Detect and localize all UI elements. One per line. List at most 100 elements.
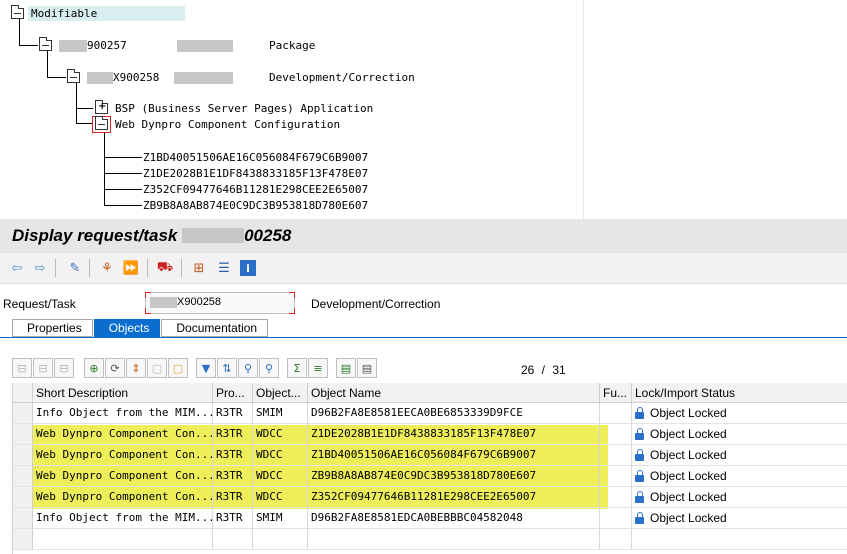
- cell-function[interactable]: [600, 508, 632, 529]
- folder-icon[interactable]: [67, 69, 80, 83]
- cell-program-id[interactable]: R3TR: [213, 403, 253, 424]
- tab-properties[interactable]: Properties: [12, 319, 93, 337]
- row-selector[interactable]: [13, 529, 33, 550]
- folder-plus-icon[interactable]: [95, 100, 108, 114]
- cell-short-description[interactable]: Web Dynpro Component Con...: [33, 466, 213, 487]
- cell-lock-status[interactable]: Object Locked: [632, 403, 847, 424]
- info-icon[interactable]: i: [240, 260, 256, 276]
- empty-cell[interactable]: [632, 529, 847, 550]
- tab-objects[interactable]: Objects: [93, 319, 161, 337]
- col-header-object-name[interactable]: Object Name: [308, 383, 600, 403]
- cell-program-id[interactable]: R3TR: [213, 466, 253, 487]
- cell-function[interactable]: [600, 424, 632, 445]
- cell-lock-status[interactable]: Object Locked: [632, 487, 847, 508]
- cell-object-name[interactable]: D96B2FA8E8581EECA0BE6853339D9FCE: [308, 403, 600, 424]
- release-icon[interactable]: ⏩: [123, 260, 139, 276]
- delete-row-icon[interactable]: ⊟: [33, 358, 53, 378]
- cell-object-type[interactable]: WDCC: [253, 466, 308, 487]
- col-header-object-type[interactable]: Object...: [253, 383, 308, 403]
- cell-function[interactable]: [600, 487, 632, 508]
- tree-object-1[interactable]: Z1BD40051506AE16C056084F679C6B9007: [143, 151, 368, 164]
- cell-short-description[interactable]: Web Dynpro Component Con...: [33, 424, 213, 445]
- empty-cell[interactable]: [253, 529, 308, 550]
- task-node[interactable]: X900258: [87, 71, 159, 84]
- cell-object-name[interactable]: Z352CF09477646B11281E298CEE2E65007: [308, 487, 600, 508]
- cell-object-type[interactable]: SMIM: [253, 403, 308, 424]
- cell-object-type[interactable]: WDCC: [253, 487, 308, 508]
- empty-cell[interactable]: [308, 529, 600, 550]
- cell-object-name[interactable]: D96B2FA8E8581EDCA0BEBBBC04582048: [308, 508, 600, 529]
- unlock-icon[interactable]: ▢: [168, 358, 188, 378]
- folder-open-icon[interactable]: [95, 116, 108, 130]
- row-selector[interactable]: [13, 466, 33, 487]
- package-node[interactable]: 900257: [59, 39, 127, 52]
- find-next-icon[interactable]: ⚲: [259, 358, 279, 378]
- layout-icon[interactable]: ▤: [357, 358, 377, 378]
- row-selector[interactable]: [13, 424, 33, 445]
- cell-lock-status[interactable]: Object Locked: [632, 445, 847, 466]
- cell-function[interactable]: [600, 466, 632, 487]
- folder-icon[interactable]: [11, 5, 24, 19]
- cell-lock-status[interactable]: Object Locked: [632, 424, 847, 445]
- refresh-icon[interactable]: ⟳: [105, 358, 125, 378]
- move-icon[interactable]: ⇕: [126, 358, 146, 378]
- display-change-icon[interactable]: ✎: [67, 260, 83, 276]
- tree-object-2[interactable]: Z1DE2028B1E1DF8438833185F13F478E07: [143, 167, 368, 180]
- cell-object-type[interactable]: WDCC: [253, 445, 308, 466]
- cell-program-id[interactable]: R3TR: [213, 487, 253, 508]
- package-type: Package: [269, 39, 316, 52]
- row-selector[interactable]: [13, 445, 33, 466]
- sum-icon[interactable]: Σ: [287, 358, 307, 378]
- folder-icon[interactable]: [39, 37, 52, 51]
- cell-short-description[interactable]: Info Object from the MIM...: [33, 508, 213, 529]
- tree-type-bsp[interactable]: BSP (Business Server Pages) Application: [115, 102, 373, 115]
- tree-type-wdcc[interactable]: Web Dynpro Component Configuration: [115, 118, 340, 131]
- col-header-lock-status[interactable]: Lock/Import Status: [632, 383, 847, 403]
- cell-function[interactable]: [600, 445, 632, 466]
- row-selector[interactable]: [13, 403, 33, 424]
- lock-icon[interactable]: ▢: [147, 358, 167, 378]
- transport-icon[interactable]: ⛟: [157, 260, 173, 276]
- request-task-field[interactable]: X900258: [145, 292, 295, 314]
- cell-object-type[interactable]: WDCC: [253, 424, 308, 445]
- row-selector[interactable]: [13, 508, 33, 529]
- forward-icon[interactable]: ⇨: [32, 260, 48, 276]
- cell-program-id[interactable]: R3TR: [213, 508, 253, 529]
- cell-object-name[interactable]: ZB9B8A8AB874E0C9DC3B953818D780E607: [308, 466, 600, 487]
- select-all-cell[interactable]: [13, 383, 33, 403]
- cell-program-id[interactable]: R3TR: [213, 424, 253, 445]
- subtotal-icon[interactable]: ≡: [308, 358, 328, 378]
- hierarchy-icon[interactable]: ⚘: [99, 260, 115, 276]
- filter-icon[interactable]: ▼: [196, 358, 216, 378]
- tree-object-4[interactable]: ZB9B8A8AB874E0C9DC3B953818D780E607: [143, 199, 368, 212]
- empty-cell[interactable]: [33, 529, 213, 550]
- tree-root-label[interactable]: Modifiable: [31, 7, 97, 20]
- org-structure-icon[interactable]: ⊞: [191, 260, 207, 276]
- cell-object-name[interactable]: Z1BD40051506AE16C056084F679C6B9007: [308, 445, 600, 466]
- sort-icon[interactable]: ☰: [216, 260, 232, 276]
- insert-row-icon[interactable]: ⊟: [12, 358, 32, 378]
- empty-cell[interactable]: [600, 529, 632, 550]
- col-header-short-description[interactable]: Short Description: [33, 383, 213, 403]
- tree-object-3[interactable]: Z352CF09477646B11281E298CEE2E65007: [143, 183, 368, 196]
- export-icon[interactable]: ▤: [336, 358, 356, 378]
- cell-short-description[interactable]: Info Object from the MIM...: [33, 403, 213, 424]
- cell-object-name[interactable]: Z1DE2028B1E1DF8438833185F13F478E07: [308, 424, 600, 445]
- find-icon[interactable]: ⚲: [238, 358, 258, 378]
- col-header-function[interactable]: Fu...: [600, 383, 632, 403]
- empty-cell[interactable]: [213, 529, 253, 550]
- cell-short-description[interactable]: Web Dynpro Component Con...: [33, 445, 213, 466]
- cell-object-type[interactable]: SMIM: [253, 508, 308, 529]
- row-selector[interactable]: [13, 487, 33, 508]
- sort-ascending-icon[interactable]: ⇅: [217, 358, 237, 378]
- details-icon[interactable]: ⊕: [84, 358, 104, 378]
- back-icon[interactable]: ⇦: [9, 260, 25, 276]
- cell-program-id[interactable]: R3TR: [213, 445, 253, 466]
- cell-function[interactable]: [600, 403, 632, 424]
- cell-lock-status[interactable]: Object Locked: [632, 508, 847, 529]
- tab-documentation[interactable]: Documentation: [161, 319, 269, 337]
- copy-row-icon[interactable]: ⊟: [54, 358, 74, 378]
- cell-short-description[interactable]: Web Dynpro Component Con...: [33, 487, 213, 508]
- cell-lock-status[interactable]: Object Locked: [632, 466, 847, 487]
- col-header-program-id[interactable]: Pro...: [213, 383, 253, 403]
